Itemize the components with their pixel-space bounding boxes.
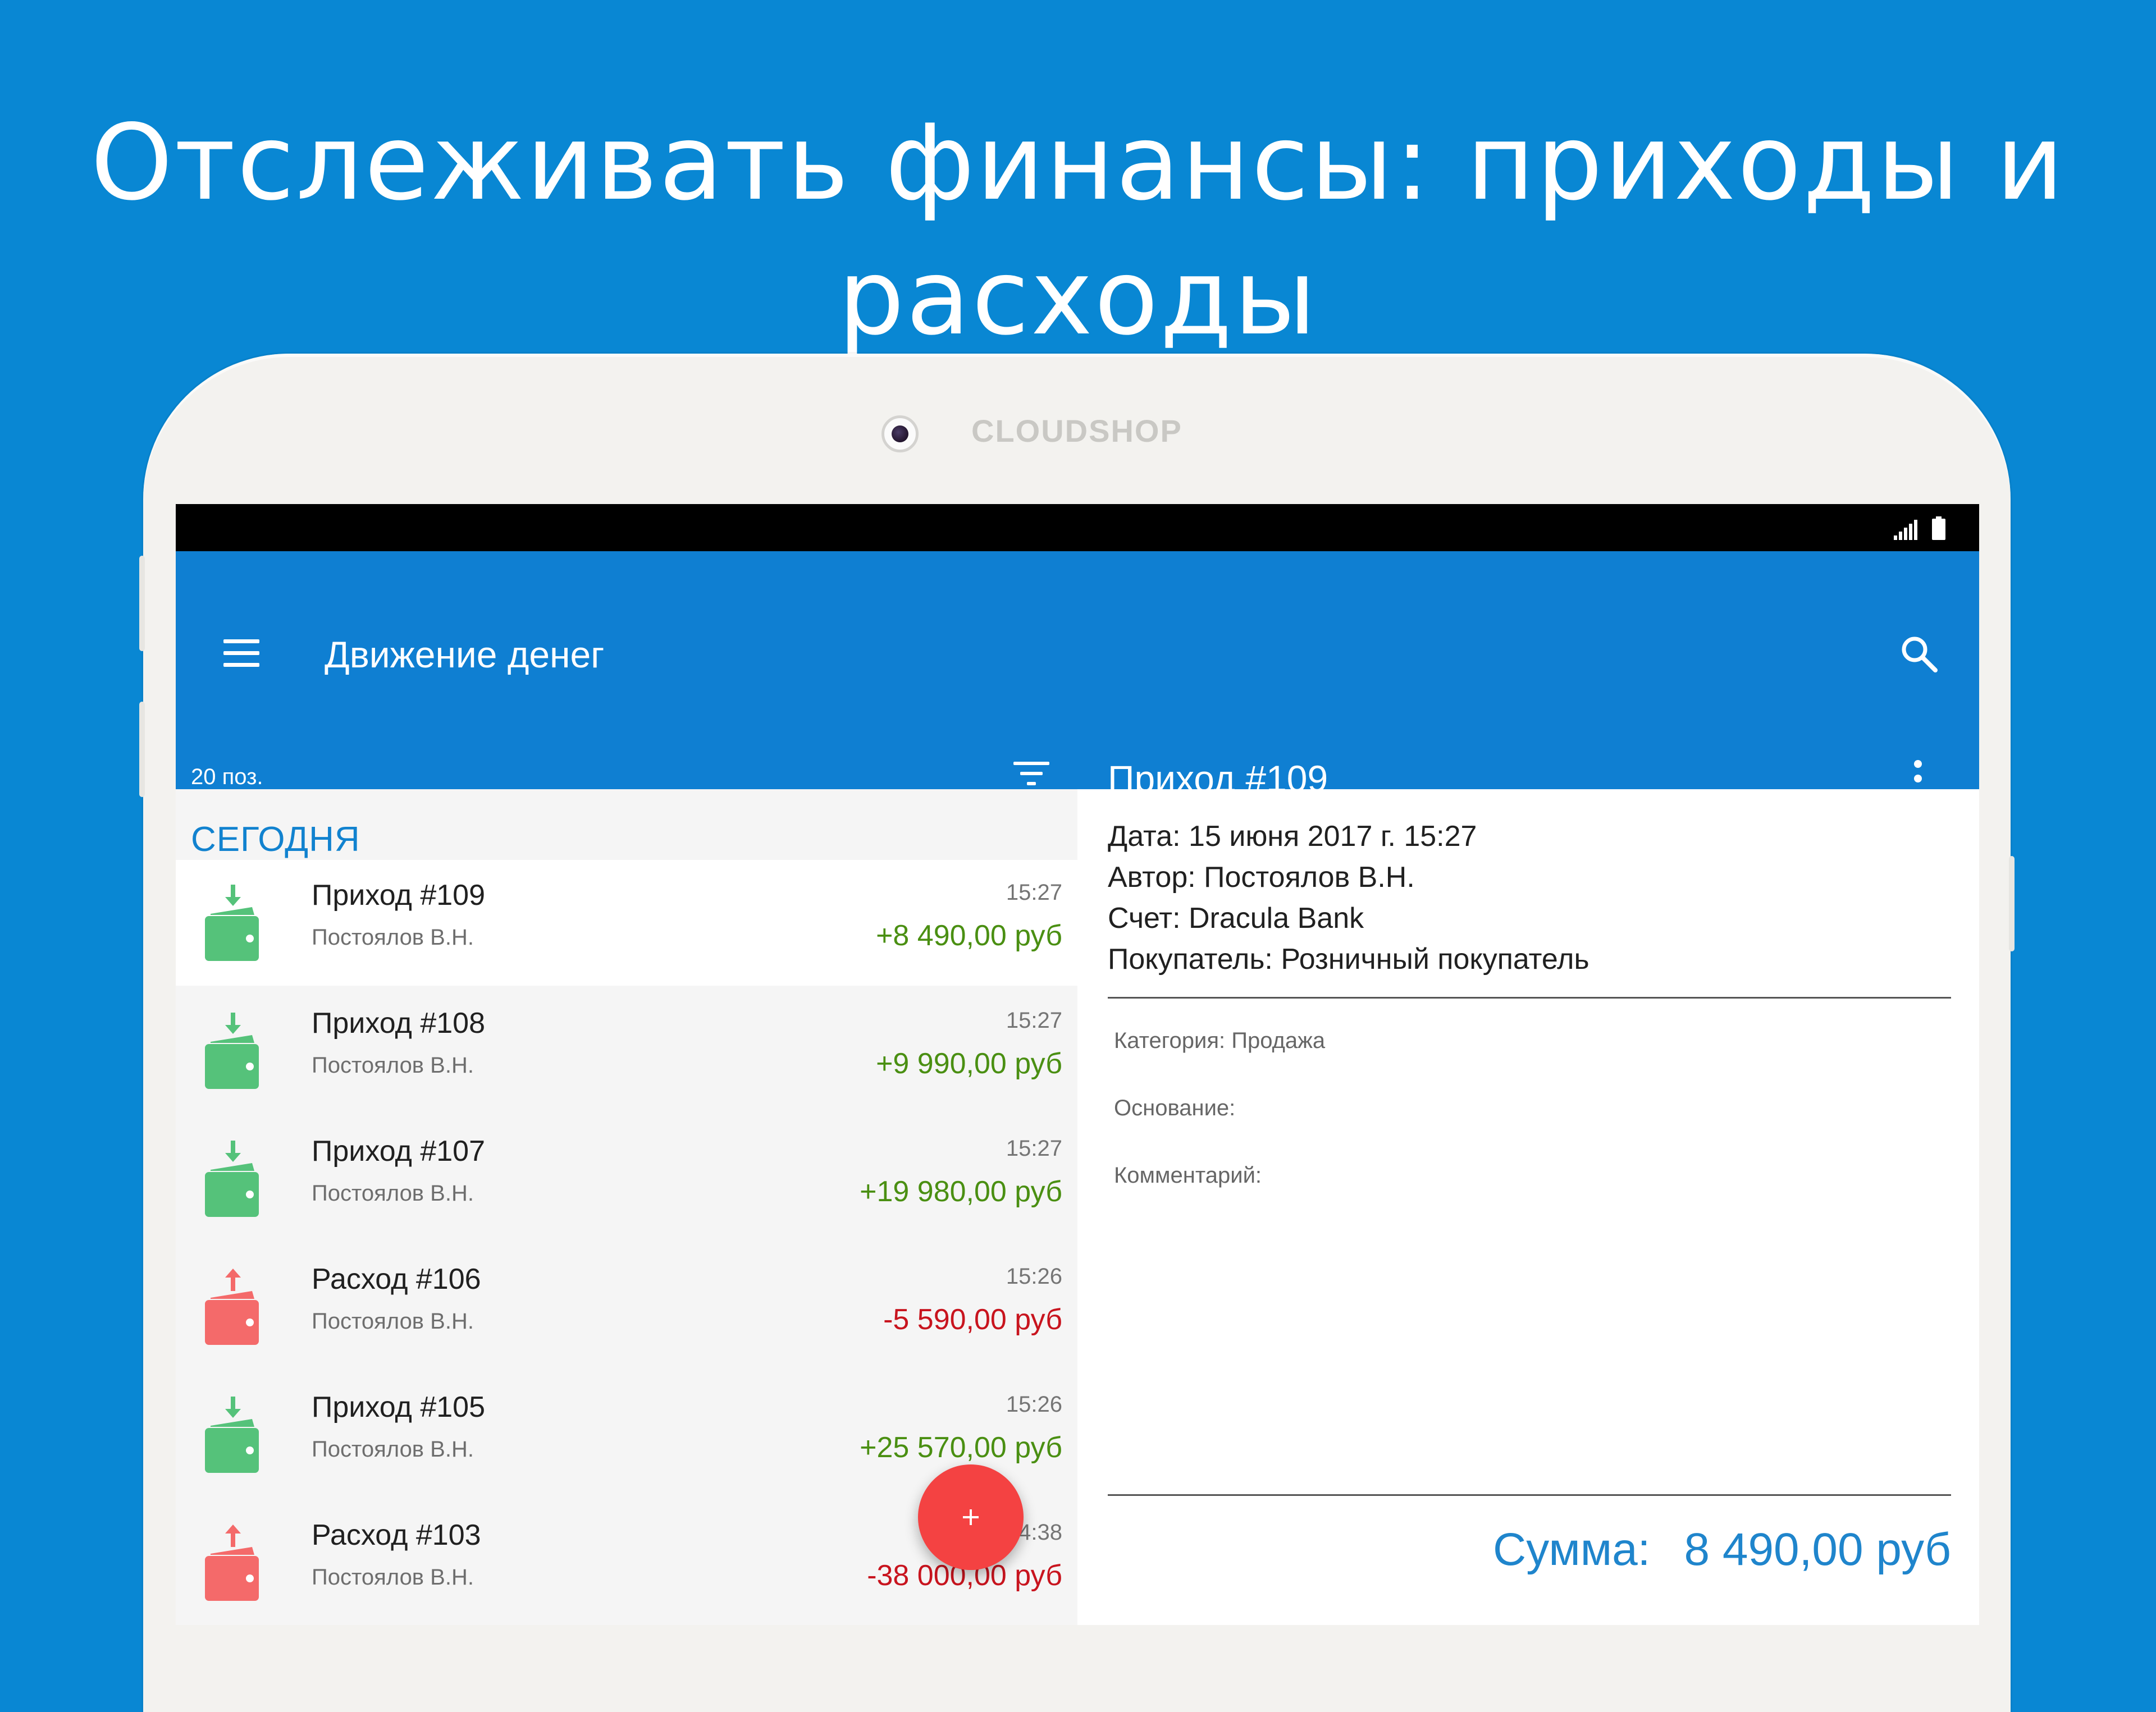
- section-header-today: СЕГОДНЯ: [191, 820, 360, 859]
- item-amount: -5 590,00 руб: [883, 1303, 1062, 1336]
- list-item[interactable]: Приход #107 Постоялов В.Н. 15:27 +19 980…: [176, 1116, 1077, 1242]
- item-author: Постоялов В.Н.: [312, 1053, 474, 1078]
- wallet-expense-icon: [205, 1525, 259, 1601]
- detail-category: Категория: Продажа: [1114, 1028, 1326, 1053]
- item-title: Приход #107: [312, 1135, 486, 1168]
- detail-sum: Сумма: 8 490,00 руб: [1493, 1519, 1951, 1581]
- item-author: Постоялов В.Н.: [312, 1309, 474, 1334]
- camera: [881, 415, 919, 452]
- item-author: Постоялов В.Н.: [312, 1437, 474, 1462]
- detail-pane: Дата: 15 июня 2017 г. 15:27 Автор: Посто…: [1077, 789, 1979, 1625]
- item-title: Приход #105: [312, 1391, 486, 1423]
- item-author: Постоялов В.Н.: [312, 925, 474, 950]
- hamburger-icon[interactable]: [223, 639, 259, 667]
- wallet-expense-icon: [205, 1269, 259, 1345]
- item-time: 15:27: [1006, 1136, 1062, 1161]
- wallet-income-icon: [205, 885, 259, 961]
- item-time: 15:27: [1006, 880, 1062, 905]
- search-icon[interactable]: [1899, 634, 1939, 674]
- tablet-side-button: [2009, 856, 2015, 951]
- wallet-income-icon: [205, 1397, 259, 1473]
- detail-account: Счет: Dracula Bank: [1108, 902, 1364, 935]
- item-title: Приход #109: [312, 879, 486, 912]
- list-count: 20 поз.: [191, 765, 263, 789]
- sum-label: Сумма:: [1493, 1524, 1651, 1575]
- screen-title: Движение денег: [325, 634, 605, 675]
- item-title: Расход #106: [312, 1263, 481, 1296]
- wallet-income-icon: [205, 1013, 259, 1089]
- item-amount: +19 980,00 руб: [860, 1175, 1062, 1208]
- promo-headline: Отслеживать финансы: приходы и расходы: [90, 102, 2066, 358]
- signal-icon: [1894, 520, 1917, 540]
- app-screen: Движение денег 20 поз. Приход #109 СЕГОД…: [176, 504, 1979, 1625]
- add-transaction-button[interactable]: [918, 1464, 1024, 1570]
- item-time: 15:26: [1006, 1392, 1062, 1417]
- item-time: 15:27: [1006, 1008, 1062, 1033]
- tablet-side-button: [139, 702, 145, 797]
- item-title: Расход #103: [312, 1519, 481, 1551]
- detail-comment: Комментарий:: [1114, 1163, 1262, 1188]
- item-author: Постоялов В.Н.: [312, 1181, 474, 1206]
- item-author: Постоялов В.Н.: [312, 1565, 474, 1590]
- divider: [1108, 1494, 1951, 1496]
- item-amount: +25 570,00 руб: [860, 1431, 1062, 1464]
- wallet-income-icon: [205, 1141, 259, 1217]
- battery-icon: [1932, 516, 1945, 540]
- divider: [1108, 997, 1951, 999]
- sum-value: 8 490,00 руб: [1684, 1524, 1951, 1575]
- detail-author: Автор: Постоялов В.Н.: [1108, 861, 1415, 894]
- item-time: 15:26: [1006, 1264, 1062, 1289]
- detail-customer: Покупатель: Розничный покупатель: [1108, 943, 1589, 976]
- filter-icon[interactable]: [1013, 756, 1052, 790]
- item-amount: +9 990,00 руб: [876, 1047, 1062, 1080]
- app-toolbar: Движение денег 20 поз. Приход #109: [176, 551, 1979, 799]
- item-amount: +8 490,00 руб: [876, 919, 1062, 952]
- detail-basis: Основание:: [1114, 1096, 1236, 1120]
- detail-date: Дата: 15 июня 2017 г. 15:27: [1108, 820, 1477, 853]
- device-brand: CLOUDSHOP: [971, 413, 1182, 448]
- list-item[interactable]: Приход #108 Постоялов В.Н. 15:27 +9 990,…: [176, 988, 1077, 1114]
- tablet-side-button: [139, 556, 145, 651]
- list-item[interactable]: Расход #106 Постоялов В.Н. 15:26 -5 590,…: [176, 1244, 1077, 1370]
- status-bar: [176, 504, 1979, 551]
- list-item[interactable]: Приход #109 Постоялов В.Н. 15:27 +8 490,…: [176, 860, 1077, 986]
- item-title: Приход #108: [312, 1007, 486, 1040]
